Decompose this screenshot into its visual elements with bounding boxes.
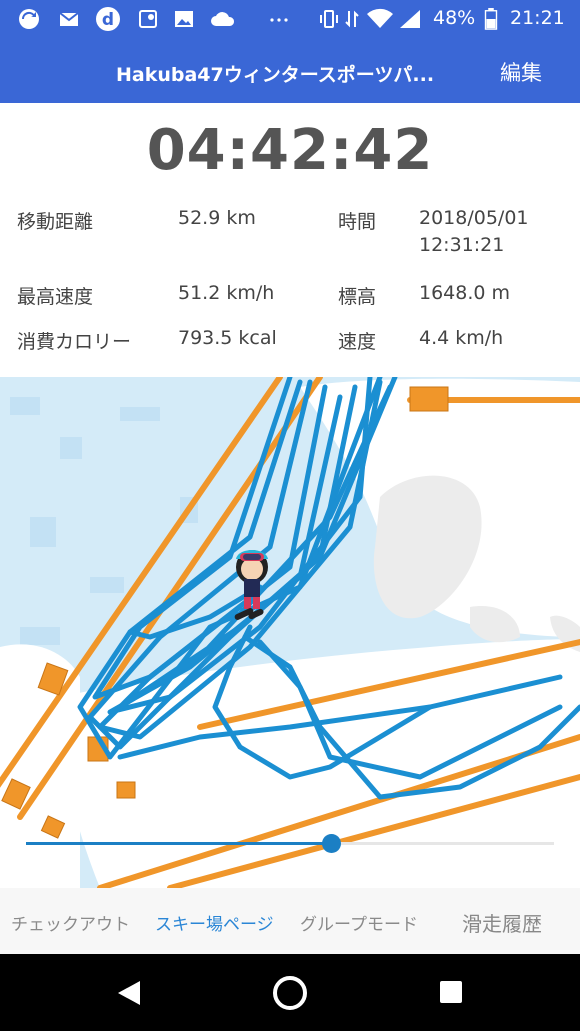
data-icon <box>345 10 359 28</box>
wifi-icon <box>367 8 393 28</box>
time-date-value: 2018/05/01 <box>419 207 529 229</box>
playback-slider[interactable] <box>26 833 554 853</box>
altitude-label: 標高 <box>338 286 377 308</box>
tab-group-mode[interactable]: グループモード <box>300 910 418 935</box>
recents-icon[interactable] <box>438 979 464 1005</box>
svg-text:d: d <box>102 10 114 30</box>
bottom-tabs: チェックアウト スキー場ページ グループモード 滑走履歴 <box>0 888 580 954</box>
maps-icon <box>139 10 157 28</box>
d-app-icon: d <box>96 7 120 31</box>
image-icon <box>175 11 193 27</box>
app-bar: Hakuba47ウィンタースポーツパ... 編集 <box>0 40 580 103</box>
slider-fill <box>26 842 333 845</box>
calories-label: 消費カロリー <box>17 331 132 353</box>
signal-icon <box>400 10 420 28</box>
clock: 21:21 <box>510 7 565 29</box>
slider-thumb[interactable] <box>322 834 342 853</box>
max-speed-value: 51.2 km/h <box>178 282 275 304</box>
max-speed-label: 最高速度 <box>17 286 94 308</box>
calories-value: 793.5 kcal <box>178 327 277 349</box>
mail-icon <box>59 12 79 26</box>
speed-label: 速度 <box>338 331 377 353</box>
speed-value: 4.4 km/h <box>419 327 504 349</box>
home-icon[interactable] <box>271 974 309 1012</box>
vibrate-icon <box>320 10 338 28</box>
page-title: Hakuba47ウィンタースポーツパ... <box>116 64 435 86</box>
distance-value: 52.9 km <box>178 207 256 229</box>
status-bar: d 48% 21:21 <box>0 0 580 40</box>
tab-checkout[interactable]: チェックアウト <box>11 910 130 935</box>
battery-icon <box>484 8 498 30</box>
distance-label: 移動距離 <box>17 211 94 233</box>
ski-map[interactable] <box>0 377 580 888</box>
more-icon <box>270 18 288 22</box>
elapsed-timer: 04:42:42 <box>146 118 434 183</box>
system-nav-bar <box>0 954 580 1031</box>
map-canvas <box>0 377 580 888</box>
time-label: 時間 <box>338 211 377 233</box>
sync-icon <box>19 9 39 29</box>
battery-percent: 48% <box>433 7 476 29</box>
tab-ski-page[interactable]: スキー場ページ <box>155 910 274 935</box>
tab-history[interactable]: 滑走履歴 <box>462 908 542 937</box>
altitude-value: 1648.0 m <box>419 282 511 304</box>
time-clock-value: 12:31:21 <box>419 234 505 256</box>
back-icon[interactable] <box>114 978 144 1008</box>
cloud-icon <box>211 12 235 26</box>
edit-button[interactable]: 編集 <box>500 57 542 87</box>
